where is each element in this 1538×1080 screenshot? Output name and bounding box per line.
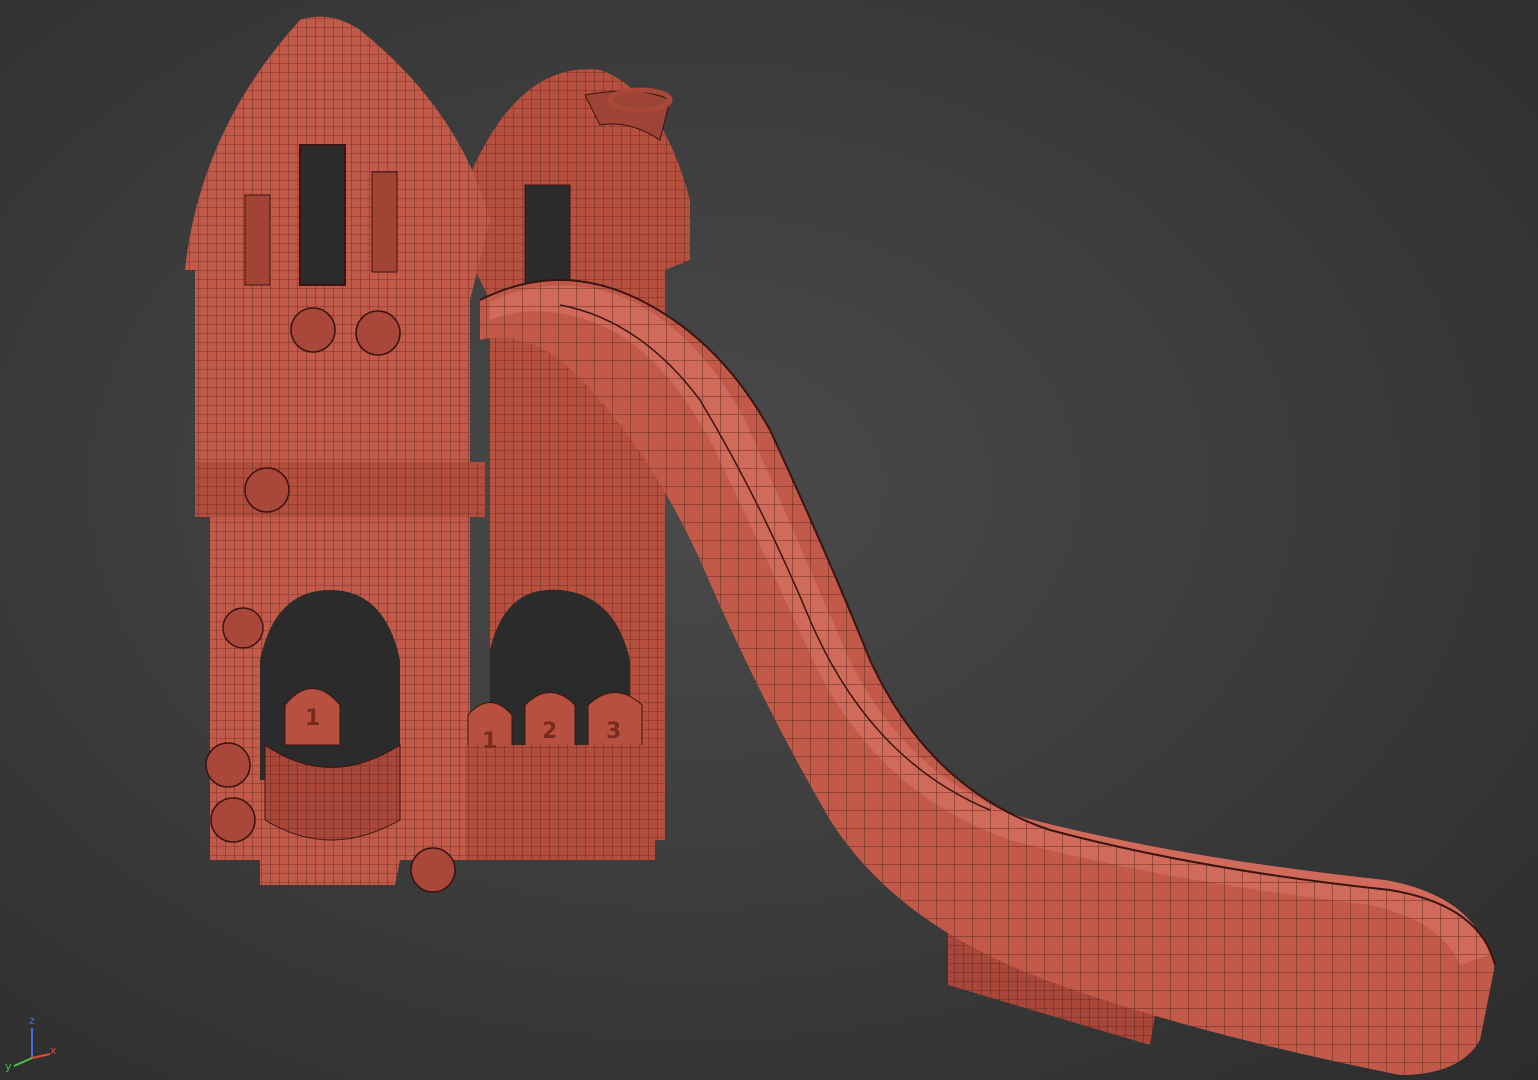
- 3d-viewport[interactable]: 1 1 2 3 z y x: [0, 0, 1538, 1080]
- axis-gizmo[interactable]: z y x: [0, 1010, 70, 1080]
- panel-number-1: 1: [305, 706, 320, 731]
- y-axis-line: [13, 1057, 33, 1067]
- panel-number-2: 2: [542, 719, 557, 744]
- x-axis-line: [31, 1053, 51, 1059]
- panel-number-1b: 1: [482, 729, 497, 754]
- slide-model-wireframe[interactable]: 1 1 2 3: [0, 0, 1538, 1080]
- panel-number-3: 3: [606, 719, 621, 744]
- z-axis-label: z: [29, 1014, 35, 1027]
- x-axis-label: x: [50, 1044, 57, 1057]
- y-axis-label: y: [5, 1060, 12, 1073]
